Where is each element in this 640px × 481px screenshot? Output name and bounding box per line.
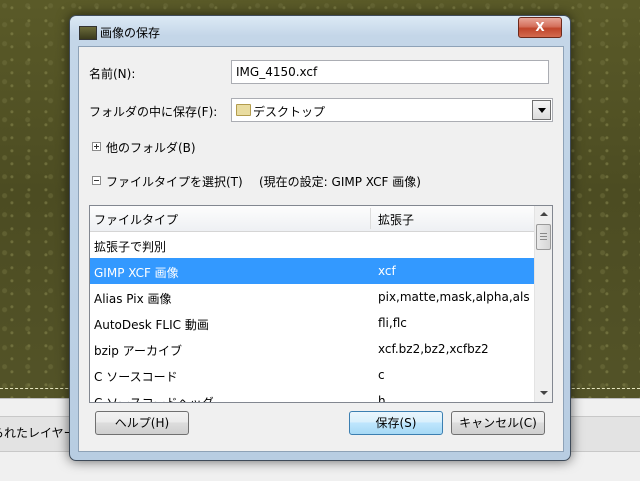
file-type-rows: 拡張子で判別 GIMP XCF 画像 xcf Alias Pix 画像 pix,ma… <box>90 232 534 403</box>
scroll-up-arrow-icon[interactable] <box>535 206 552 223</box>
dialog-content: 名前(N): IMG_4150.xcf フォルダの中に保存(F): デスクトップ… <box>78 46 564 452</box>
file-type-name: 拡張子で判別 <box>94 240 167 254</box>
list-item[interactable]: Alias Pix 画像 pix,matte,mask,alpha,als <box>90 284 534 310</box>
chevron-down-icon[interactable] <box>532 100 551 120</box>
list-item[interactable]: C ソースコードヘッダ h <box>90 388 534 403</box>
file-type-extension: xcf <box>378 264 396 278</box>
file-type-name: C ソースコードヘッダ <box>94 396 214 403</box>
dialog-titlebar[interactable]: 画像の保存 X <box>70 16 570 46</box>
column-header-extension[interactable]: 拡張子 <box>378 211 414 228</box>
other-folders-toggle[interactable]: 他のフォルダ(B) <box>106 139 196 156</box>
file-type-name: bzip アーカイブ <box>94 344 182 358</box>
file-type-extension: h <box>378 394 386 403</box>
file-type-name: Alias Pix 画像 <box>94 292 172 306</box>
save-image-dialog: 画像の保存 X 名前(N): IMG_4150.xcf フォルダの中に保存(F)… <box>69 15 571 461</box>
list-item[interactable]: AutoDesk FLIC 動画 fli,flc <box>90 310 534 336</box>
file-type-extension: pix,matte,mask,alpha,als <box>378 290 530 304</box>
filename-input[interactable]: IMG_4150.xcf <box>231 60 549 84</box>
list-header: ファイルタイプ 拡張子 <box>90 206 534 232</box>
column-divider[interactable] <box>370 208 371 229</box>
scroll-thumb[interactable] <box>536 224 551 250</box>
list-scrollbar[interactable] <box>534 206 552 402</box>
file-type-list[interactable]: ファイルタイプ 拡張子 拡張子で判別 GIMP XCF 画像 xcf Alias … <box>89 205 553 403</box>
dialog-title: 画像の保存 <box>100 26 161 40</box>
folder-icon <box>236 104 251 116</box>
current-setting-text: (現在の設定: GIMP XCF 画像) <box>259 175 421 189</box>
cancel-button[interactable]: キャンセル(C) <box>451 411 545 435</box>
list-item[interactable]: C ソースコード c <box>90 362 534 388</box>
scroll-down-arrow-icon[interactable] <box>535 385 552 402</box>
folder-value: デスクトップ <box>253 105 326 119</box>
file-type-name: AutoDesk FLIC 動画 <box>94 318 209 332</box>
collapse-minus-icon[interactable] <box>92 176 101 185</box>
expand-plus-icon[interactable] <box>92 142 101 151</box>
list-item[interactable]: bzip アーカイブ xcf.bz2,bz2,xcfbz2 <box>90 336 534 362</box>
file-type-name: C ソースコード <box>94 370 178 384</box>
status-text: られたレイヤー <box>0 426 76 440</box>
save-button[interactable]: 保存(S) <box>349 411 443 435</box>
list-item-selected[interactable]: GIMP XCF 画像 xcf <box>90 258 534 284</box>
file-type-toggle[interactable]: ファイルタイプを選択(T) <box>106 173 243 190</box>
close-button[interactable]: X <box>518 17 562 38</box>
list-item[interactable]: 拡張子で判別 <box>90 232 534 258</box>
file-type-extension: xcf.bz2,bz2,xcfbz2 <box>378 342 489 356</box>
folder-label: フォルダの中に保存(F): <box>89 105 218 119</box>
folder-dropdown[interactable]: デスクトップ <box>231 98 553 122</box>
file-type-extension: fli,flc <box>378 316 407 330</box>
gimp-image-icon <box>79 26 97 40</box>
file-type-extension: c <box>378 368 385 382</box>
column-header-file-type[interactable]: ファイルタイプ <box>94 211 178 228</box>
help-button[interactable]: ヘルプ(H) <box>95 411 189 435</box>
file-type-name: GIMP XCF 画像 <box>94 266 179 280</box>
name-label: 名前(N): <box>89 67 136 81</box>
